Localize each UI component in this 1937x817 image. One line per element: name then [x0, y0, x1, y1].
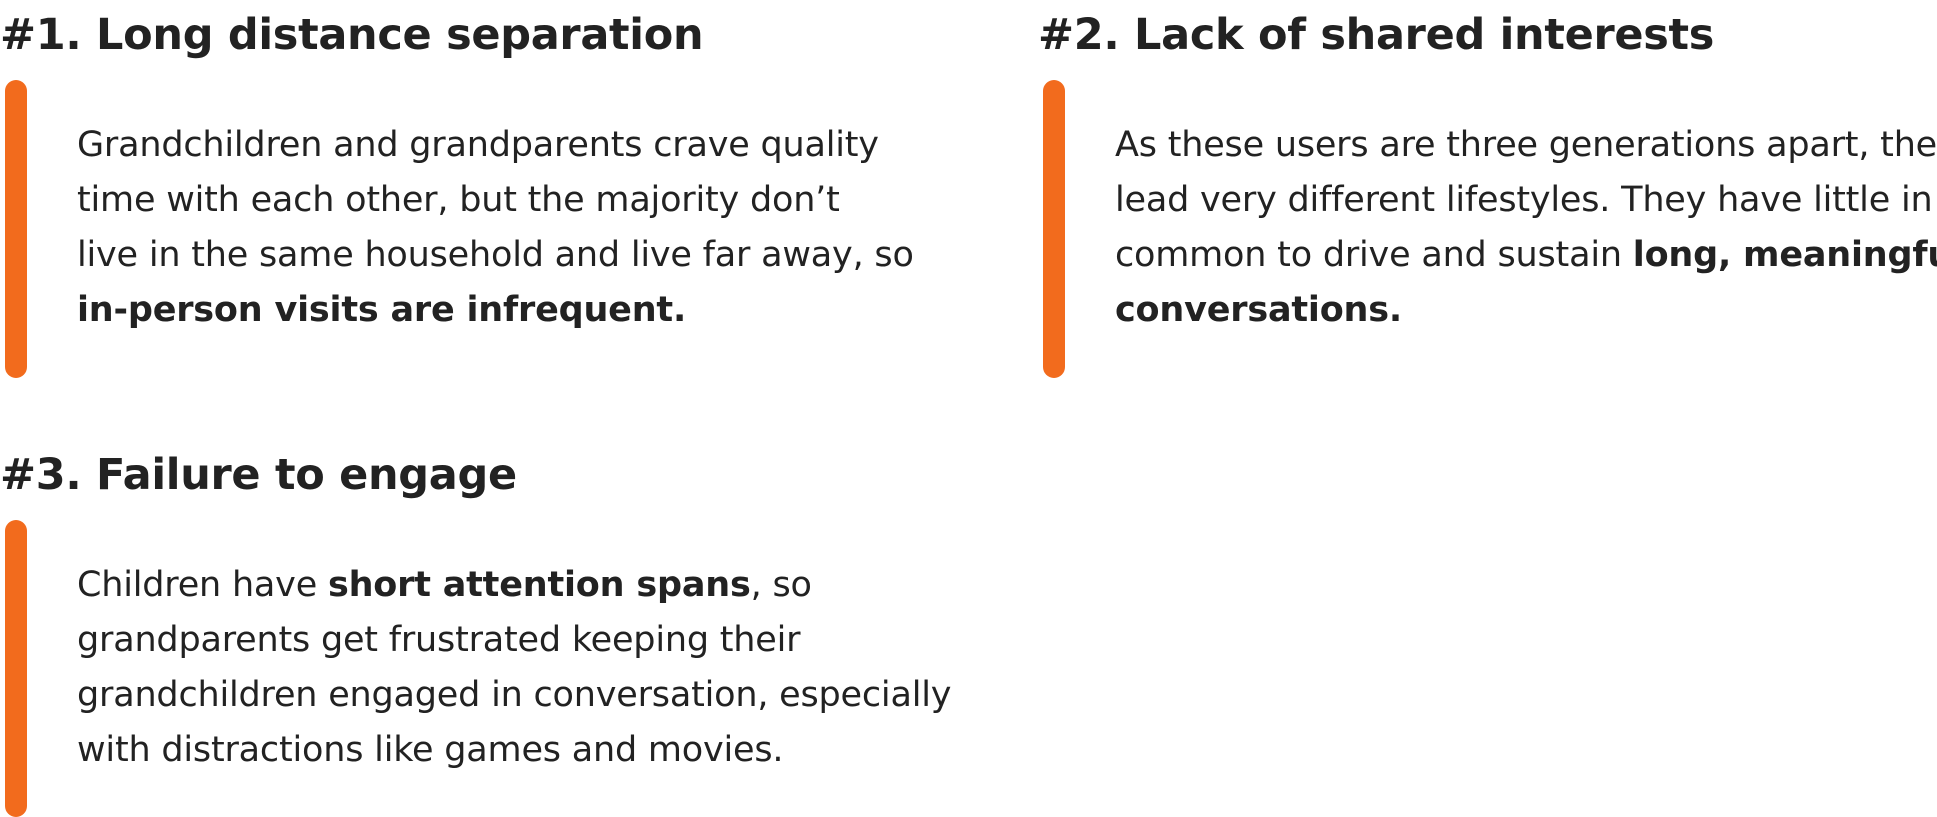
body-text: grandparents get frustrated keeping thei…	[77, 620, 801, 660]
accent-bar	[1043, 80, 1065, 378]
emphasis-text: conversations.	[1115, 290, 1402, 330]
accent-bar	[5, 520, 27, 817]
body-text: with distractions like games and movies.	[77, 730, 784, 770]
problem-description: Children have short attention spans, so g…	[77, 558, 951, 778]
accent-bar	[5, 80, 27, 378]
description-line: Grandchildren and grandparents crave qua…	[77, 118, 914, 173]
emphasis-text: short attention spans	[327, 565, 751, 605]
problem-title: #3. Failure to engage	[0, 450, 517, 500]
description-line: time with each other, but the majority d…	[77, 173, 914, 228]
problem-card-2: #2. Lack of shared interests As these us…	[1038, 0, 1937, 400]
description-line: live in the same household and live far …	[77, 228, 914, 283]
body-text: Grandchildren and grandparents crave qua…	[77, 125, 879, 165]
description-line: grandchildren engaged in conversation, e…	[77, 668, 951, 723]
body-text: time with each other, but the majority d…	[77, 180, 840, 220]
body-text: grandchildren engaged in conversation, e…	[77, 675, 952, 715]
description-line: grandparents get frustrated keeping thei…	[77, 613, 951, 668]
body-text: common to drive and sustain	[1115, 235, 1633, 275]
body-text: lead very different lifestyles. They hav…	[1115, 180, 1933, 220]
problem-title: #1. Long distance separation	[0, 10, 704, 60]
description-line: in-person visits are infrequent.	[77, 283, 914, 338]
description-line: As these users are three generations apa…	[1115, 118, 1937, 173]
body-text: As these users are three generations apa…	[1115, 125, 1937, 165]
emphasis-text: in-person visits are infrequent.	[77, 290, 687, 330]
problem-description: Grandchildren and grandparents crave qua…	[77, 118, 914, 338]
description-line: conversations.	[1115, 283, 1937, 338]
description-line: common to drive and sustain long, meanin…	[1115, 228, 1937, 283]
description-line: Children have short attention spans, so	[77, 558, 951, 613]
body-text: Children have	[77, 565, 328, 605]
problem-card-1: #1. Long distance separation Grandchildr…	[0, 0, 980, 400]
body-text: live in the same household and live far …	[77, 235, 914, 275]
problem-title: #2. Lack of shared interests	[1038, 10, 1715, 60]
description-line: with distractions like games and movies.	[77, 723, 951, 778]
problem-card-3: #3. Failure to engage Children have shor…	[0, 440, 980, 817]
problem-description: As these users are three generations apa…	[1115, 118, 1937, 338]
emphasis-text: long, meaningful	[1632, 235, 1937, 275]
description-line: lead very different lifestyles. They hav…	[1115, 173, 1937, 228]
body-text: , so	[750, 565, 812, 605]
